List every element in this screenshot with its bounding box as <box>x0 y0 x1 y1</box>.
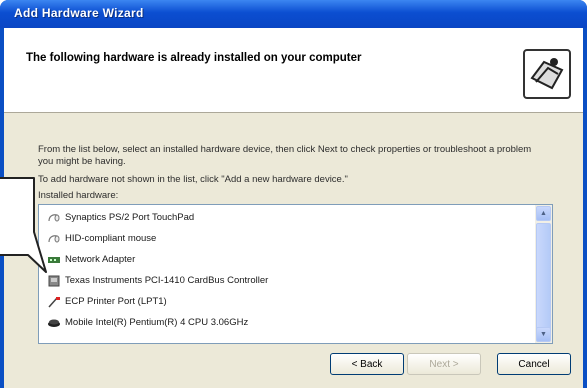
wizard-client-area: The following hardware is already instal… <box>4 28 583 388</box>
processor-icon <box>48 319 60 327</box>
list-item[interactable]: Synaptics PS/2 Port TouchPad <box>41 207 534 228</box>
list-item[interactable]: ECP Printer Port (LPT1) <box>41 291 534 312</box>
list-item[interactable]: Network Adapter <box>41 249 534 270</box>
list-item-label: ECP Printer Port (LPT1) <box>65 296 167 307</box>
list-item-label: Synaptics PS/2 Port TouchPad <box>65 212 195 223</box>
pcmcia-icon <box>48 275 60 286</box>
installed-hardware-label: Installed hardware: <box>38 190 119 201</box>
back-button[interactable]: < Back <box>330 353 404 375</box>
installed-hardware-list[interactable]: Synaptics PS/2 Port TouchPad HID-complia… <box>38 204 553 344</box>
list-item-label: HID-compliant mouse <box>65 233 157 244</box>
list-item[interactable]: HID-compliant mouse <box>41 228 534 249</box>
hardware-wizard-icon <box>523 49 571 99</box>
list-item[interactable]: Texas Instruments PCI-1410 CardBus Contr… <box>41 270 534 291</box>
network-adapter-icon <box>48 256 60 263</box>
list-item-label: Texas Instruments PCI-1410 CardBus Contr… <box>65 275 269 286</box>
wizard-header: The following hardware is already instal… <box>4 28 583 113</box>
mouse-icon <box>48 213 60 221</box>
cancel-button[interactable]: Cancel <box>497 353 571 375</box>
add-hardware-hint: To add hardware not shown in the list, c… <box>38 174 348 185</box>
printer-port-icon <box>48 296 60 307</box>
title-bar[interactable]: Add Hardware Wizard <box>0 0 587 28</box>
next-button[interactable]: Next > <box>407 353 481 375</box>
scroll-down-button[interactable]: ▼ <box>536 327 551 342</box>
header-title: The following hardware is already instal… <box>26 52 362 64</box>
list-item[interactable]: Mobile Intel(R) Pentium(R) 4 CPU 3.06GHz <box>41 312 534 333</box>
scrollbar-thumb[interactable] <box>536 223 551 331</box>
scroll-up-button[interactable]: ▲ <box>536 206 551 221</box>
instructions-text: From the list below, select an installed… <box>38 144 532 167</box>
mouse-icon <box>48 234 60 242</box>
wizard-window: Add Hardware Wizard The following hardwa… <box>0 0 587 388</box>
list-item-label: Network Adapter <box>65 254 136 265</box>
list-item-label: Mobile Intel(R) Pentium(R) 4 CPU 3.06GHz <box>65 317 249 328</box>
window-title: Add Hardware Wizard <box>14 6 144 20</box>
vertical-scrollbar[interactable]: ▲ ▼ <box>535 205 552 343</box>
